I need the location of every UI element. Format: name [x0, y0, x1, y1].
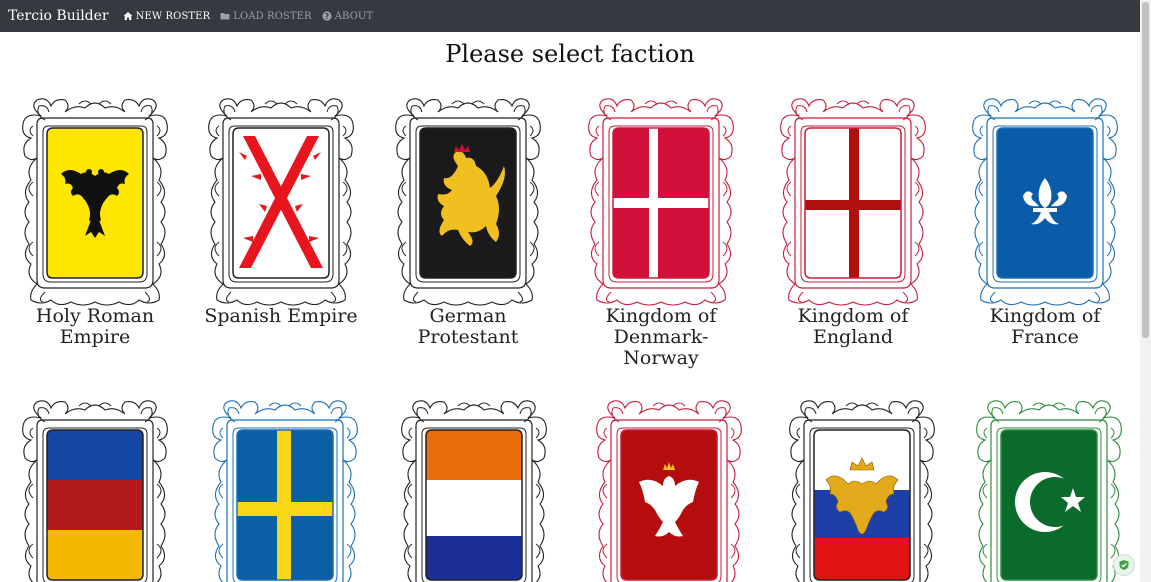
faction-card-france[interactable]: Kingdom of France — [965, 96, 1125, 348]
nav-new-roster[interactable]: NEW ROSTER — [123, 11, 211, 22]
svg-text:?: ? — [324, 12, 328, 21]
faction-name: Holy Roman Empire — [35, 305, 155, 348]
faction-card-denmark-norway[interactable]: Kingdom of Denmark-Norway — [581, 96, 741, 369]
nav-load-roster[interactable]: LOAD ROSTER — [220, 10, 312, 22]
faction-name: Kingdom of England — [797, 305, 909, 348]
polish-eagle-crest-icon — [596, 400, 742, 582]
scrollbar-thumb[interactable] — [1142, 2, 1149, 338]
faction-card-11[interactable] — [782, 398, 942, 582]
page-scrollbar[interactable] — [1140, 0, 1151, 582]
nav-about-label: ABOUT — [334, 10, 374, 22]
faction-card-12[interactable] — [969, 398, 1129, 582]
folder-icon — [220, 13, 230, 20]
sweden-crest-icon — [212, 400, 358, 582]
faction-name: Kingdom of Denmark-Norway — [605, 305, 717, 369]
brand-title[interactable]: Tercio Builder — [8, 8, 109, 24]
german-protestant-crest-icon — [395, 98, 541, 306]
faction-card-9[interactable] — [394, 398, 554, 582]
top-navbar: Tercio Builder NEW ROSTER LOAD ROSTER ? … — [0, 0, 1140, 32]
crescent-star-crest-icon — [976, 400, 1122, 582]
shield-check-badge[interactable] — [1113, 554, 1135, 576]
faction-name: Spanish Empire — [204, 305, 358, 327]
faction-card-8[interactable] — [205, 398, 365, 582]
france-crest-icon — [972, 98, 1118, 306]
england-crest-icon — [780, 98, 926, 306]
faction-card-spanish-empire[interactable]: Spanish Empire — [201, 96, 361, 327]
page-title: Please select faction — [445, 40, 695, 68]
nav-load-roster-label: LOAD ROSTER — [233, 10, 312, 22]
denmark-norway-crest-icon — [588, 98, 734, 306]
faction-name: German Protestant — [417, 305, 519, 348]
dutch-tricolor-crest-icon — [401, 400, 547, 582]
shield-check-icon — [1119, 560, 1129, 570]
faction-card-england[interactable]: Kingdom of England — [773, 96, 933, 348]
faction-card-7[interactable] — [15, 398, 175, 582]
faction-card-10[interactable] — [589, 398, 749, 582]
faction-name: Kingdom of France — [989, 305, 1101, 348]
home-icon — [123, 12, 133, 20]
tricolor-red-yellow-crest-icon — [22, 400, 168, 582]
spanish-empire-crest-icon — [208, 98, 354, 306]
russian-eagle-crest-icon — [789, 400, 935, 582]
holy-roman-empire-crest-icon — [22, 98, 168, 306]
nav-about[interactable]: ? ABOUT — [322, 11, 374, 22]
nav-new-roster-label: NEW ROSTER — [135, 10, 211, 22]
question-circle-icon: ? — [322, 11, 332, 21]
faction-card-german-protestant[interactable]: German Protestant — [388, 96, 548, 348]
faction-card-holy-roman-empire[interactable]: Holy Roman Empire — [15, 96, 175, 348]
